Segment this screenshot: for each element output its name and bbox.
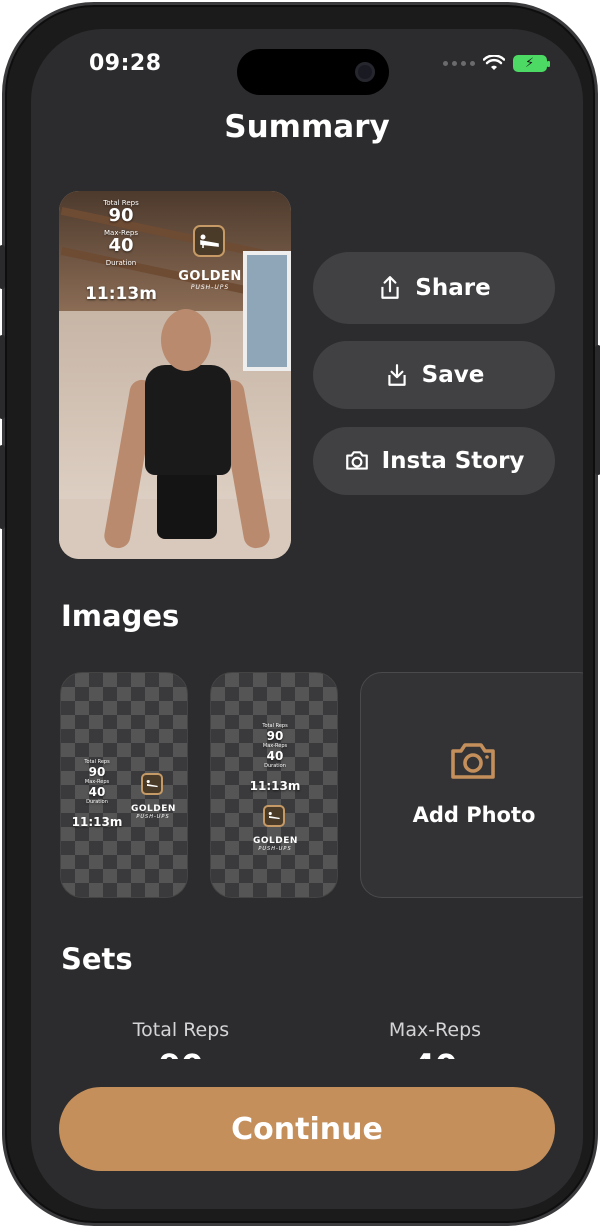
power-button xyxy=(595,345,600,475)
pushup-logo-icon xyxy=(193,225,225,257)
person-photo xyxy=(102,309,272,550)
thumb1-brand-sub: PUSH-UPS xyxy=(136,814,170,820)
continue-button[interactable]: Continue xyxy=(59,1087,555,1171)
summary-preview-image[interactable]: Total Reps 90 Max-Reps 40 Duration 11:13… xyxy=(59,191,291,559)
preview-duration: 11:13m xyxy=(85,284,157,304)
preview-stats: Total Reps 90 Max-Reps 40 Duration xyxy=(89,199,153,267)
status-time: 09:28 xyxy=(89,51,162,76)
insta-story-label: Insta Story xyxy=(381,448,525,474)
thumb2-logo-icon xyxy=(263,805,285,827)
download-icon xyxy=(387,364,406,386)
sets-heading: Sets xyxy=(61,942,133,976)
thumb2-total-reps: 90 xyxy=(266,729,284,743)
save-button[interactable]: Save xyxy=(313,341,555,409)
images-heading: Images xyxy=(61,599,180,633)
share-icon xyxy=(381,276,399,299)
preview-duration-label: Duration xyxy=(105,259,137,267)
volume-up-button xyxy=(0,335,5,419)
page-title: Summary xyxy=(224,109,390,145)
share-button[interactable]: Share xyxy=(313,252,555,324)
status-icons: ⚡ xyxy=(443,55,550,72)
thumb1-total-reps: 90 xyxy=(88,765,106,779)
thumb2-duration: 11:13m xyxy=(249,779,301,793)
volume-down-button xyxy=(0,445,5,529)
wifi-icon xyxy=(483,55,505,70)
thumb2-duration-label: Duration xyxy=(264,763,286,769)
thumb1-duration-label: Duration xyxy=(86,799,108,805)
thumb2-max-reps: 40 xyxy=(266,749,284,763)
total-reps-label: Total Reps xyxy=(132,1019,230,1041)
add-photo-camera-icon xyxy=(451,743,495,779)
insta-story-button[interactable]: Insta Story xyxy=(313,427,555,495)
thumb2-brand-sub: PUSH-UPS xyxy=(258,846,292,852)
thumb1-duration: 11:13m xyxy=(71,815,123,829)
share-label: Share xyxy=(415,275,491,301)
thumb2-brand: GOLDEN PUSH-UPS xyxy=(253,837,297,853)
save-label: Save xyxy=(421,362,485,388)
image-thumbnail-1[interactable]: Total Reps 90 Max-Reps 40 Duration 11:13… xyxy=(60,672,188,898)
preview-total-reps: 90 xyxy=(108,205,134,226)
camera-icon xyxy=(345,451,368,470)
image-thumbnail-2[interactable]: Total Reps 90 Max-Reps 40 Duration 11:13… xyxy=(210,672,338,898)
max-reps-label: Max-Reps xyxy=(388,1019,482,1041)
thumb2-stats: Total Reps 90 Max-Reps 40 Duration xyxy=(253,723,297,769)
front-camera xyxy=(355,62,375,82)
thumb1-logo-icon xyxy=(141,773,163,795)
thumb1-brand: GOLDEN PUSH-UPS xyxy=(131,805,175,821)
preview-max-reps: 40 xyxy=(108,235,134,256)
add-photo-label: Add Photo xyxy=(412,803,536,827)
thumb1-max-reps: 40 xyxy=(88,785,106,799)
thumb1-stats: Total Reps 90 Max-Reps 40 Duration xyxy=(75,759,119,805)
status-bar: 09:28 ⚡ xyxy=(31,29,583,109)
dynamic-island xyxy=(237,49,389,95)
screen: 09:28 ⚡ Summary Total Reps 90 Max-Reps 4… xyxy=(31,29,583,1209)
battery-icon: ⚡ xyxy=(513,55,550,72)
add-photo-button[interactable]: Add Photo xyxy=(360,672,583,898)
brand-logo: GOLDEN PUSH-UPS xyxy=(175,270,245,293)
signal-icon xyxy=(443,61,475,66)
action-button xyxy=(0,245,5,289)
phone-frame: 09:28 ⚡ Summary Total Reps 90 Max-Reps 4… xyxy=(0,2,600,1226)
